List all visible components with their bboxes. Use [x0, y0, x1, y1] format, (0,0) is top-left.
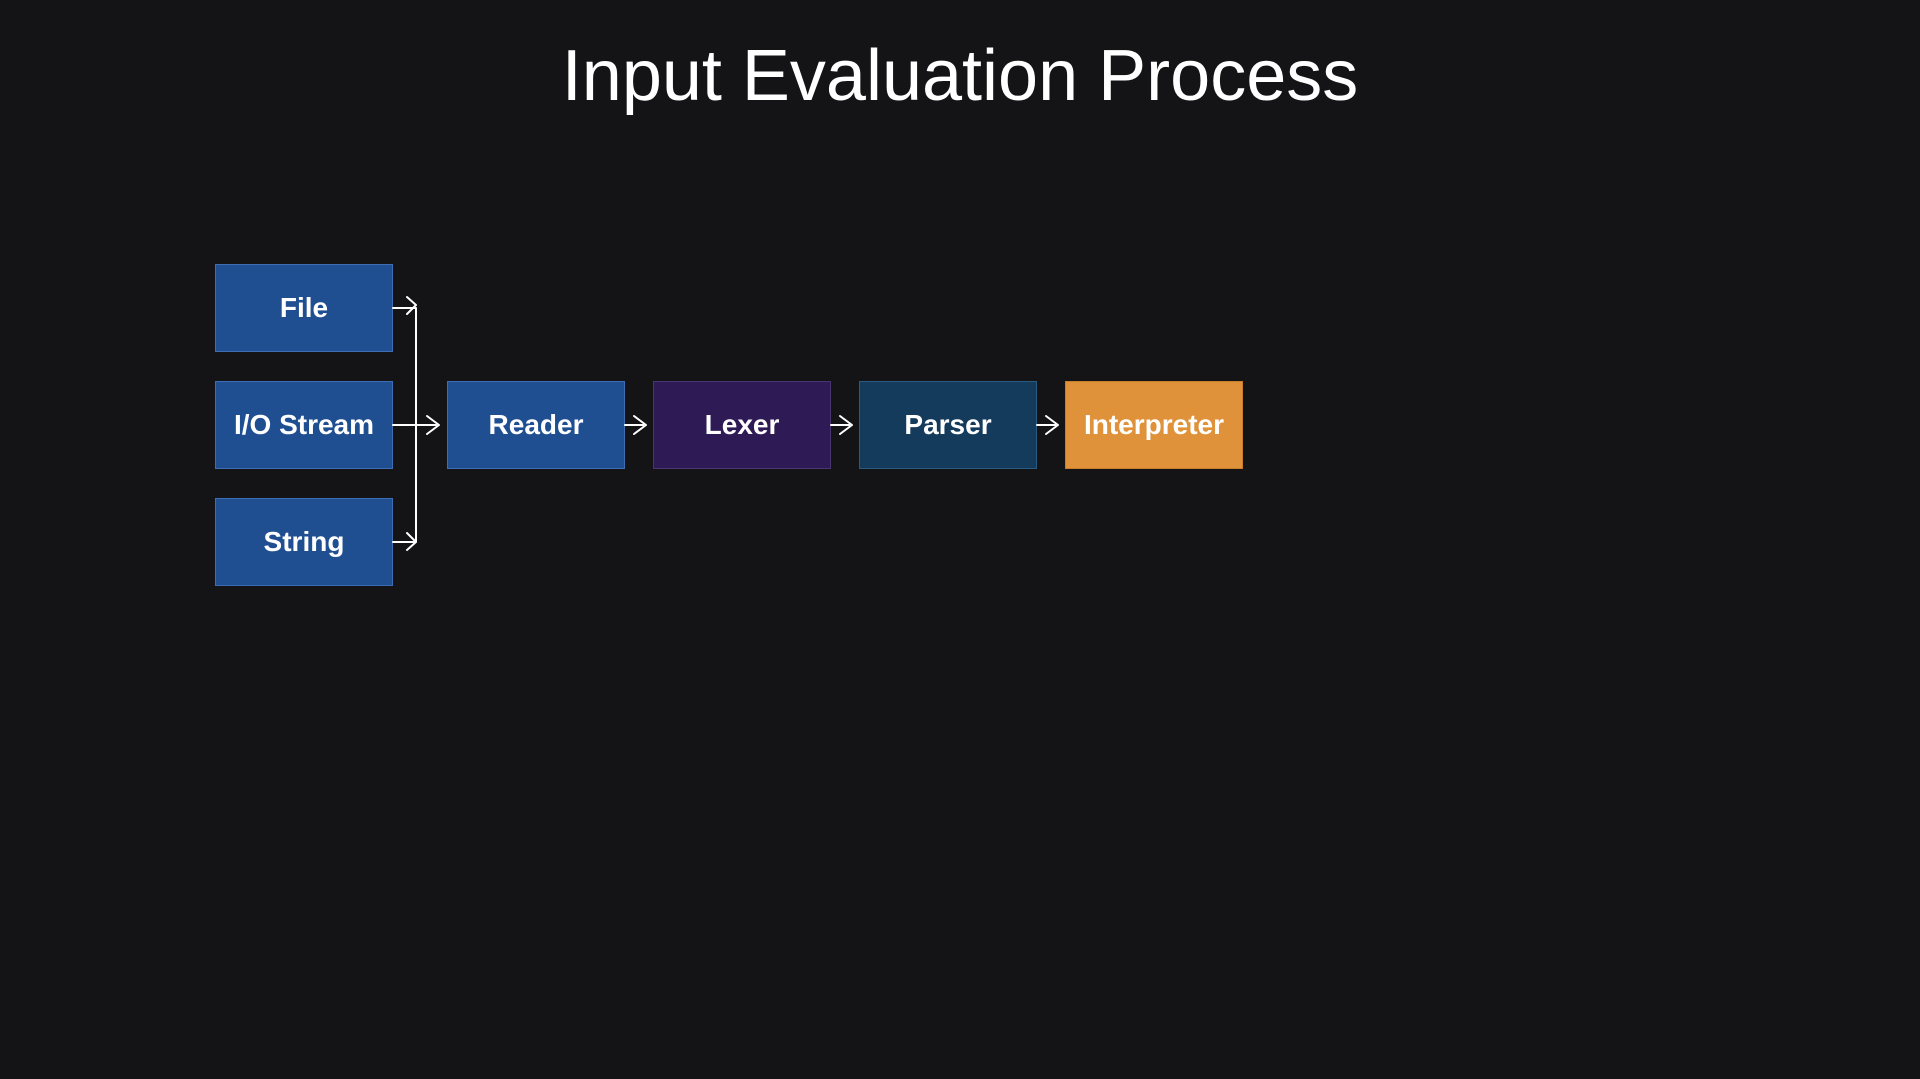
box-label-interpreter: Interpreter [1084, 409, 1224, 441]
box-label-lexer: Lexer [705, 409, 780, 441]
box-reader: Reader [447, 381, 625, 469]
box-parser: Parser [859, 381, 1037, 469]
arrow-0 [393, 297, 416, 425]
arrow-3 [625, 416, 646, 434]
box-label-iostream: I/O Stream [234, 409, 374, 441]
arrow-4 [831, 416, 852, 434]
box-string: String [215, 498, 393, 586]
arrow-1 [393, 416, 439, 434]
box-iostream: I/O Stream [215, 381, 393, 469]
box-file: File [215, 264, 393, 352]
box-label-reader: Reader [489, 409, 584, 441]
box-lexer: Lexer [653, 381, 831, 469]
arrow-2 [393, 425, 416, 550]
box-interpreter: Interpreter [1065, 381, 1243, 469]
arrow-5 [1037, 416, 1058, 434]
box-label-file: File [280, 292, 328, 324]
box-label-parser: Parser [904, 409, 991, 441]
diagram-title: Input Evaluation Process [0, 35, 1920, 117]
box-label-string: String [264, 526, 345, 558]
